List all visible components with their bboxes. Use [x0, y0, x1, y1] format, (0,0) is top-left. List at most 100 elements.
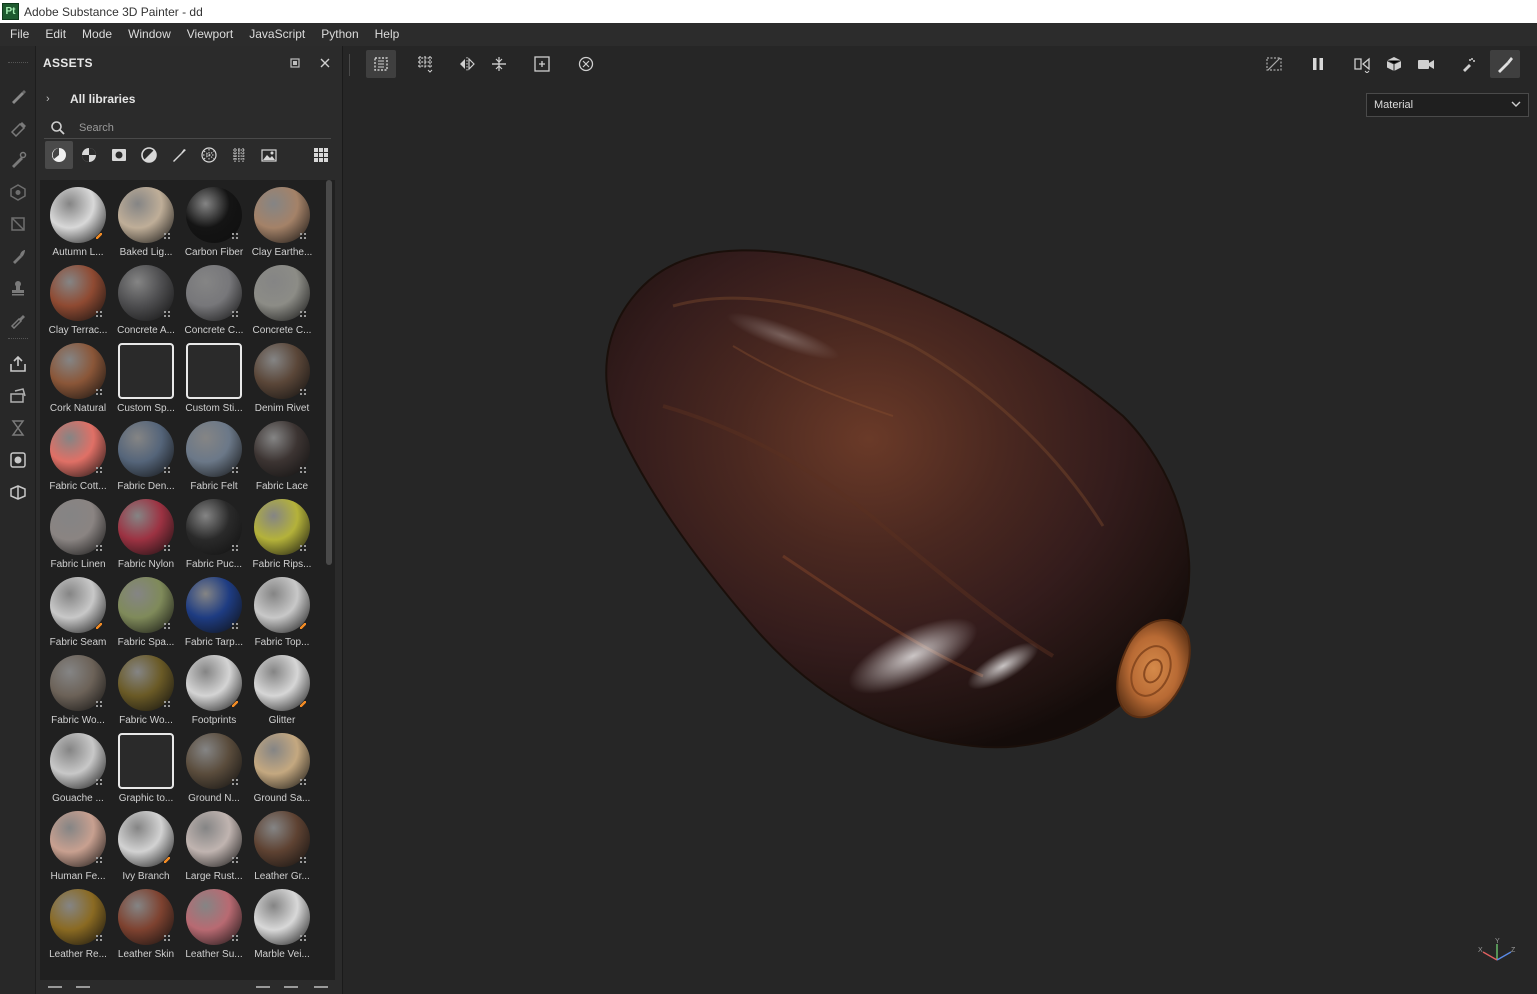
asset-tile[interactable]: Fabric Cott...: [44, 419, 112, 497]
filter-smart-masks[interactable]: [135, 141, 163, 169]
asset-tile[interactable]: Clay Terrac...: [44, 263, 112, 341]
filter-brushes[interactable]: [165, 141, 193, 169]
asset-tile[interactable]: Fabric Puc...: [180, 497, 248, 575]
brush-icon: [12, 90, 26, 104]
menu-javascript[interactable]: JavaScript: [241, 23, 313, 46]
asset-tile[interactable]: Fabric Linen: [44, 497, 112, 575]
asset-tile[interactable]: Clay Earthe...: [248, 185, 316, 263]
polygon-fill-tool[interactable]: [6, 212, 30, 236]
channel-select[interactable]: Material: [1366, 93, 1529, 117]
clone-tool[interactable]: [6, 276, 30, 300]
list-view-icon[interactable]: [48, 986, 62, 994]
menu-viewport[interactable]: Viewport: [179, 23, 241, 46]
reset-camera-button[interactable]: [571, 50, 601, 78]
eraser-tool[interactable]: [6, 116, 30, 140]
asset-tile[interactable]: Concrete A...: [112, 263, 180, 341]
folder-icon[interactable]: [284, 986, 298, 994]
view-split-button[interactable]: [1347, 50, 1377, 78]
refresh-icon[interactable]: [256, 986, 270, 994]
asset-tile[interactable]: Footprints: [180, 653, 248, 731]
asset-tile[interactable]: Fabric Tarp...: [180, 575, 248, 653]
filter-masks[interactable]: [105, 141, 133, 169]
paint-mode-button[interactable]: [1490, 50, 1520, 78]
asset-tile[interactable]: Ivy Branch: [112, 809, 180, 887]
filter-smart-materials[interactable]: [45, 141, 73, 169]
export-button[interactable]: [6, 352, 30, 376]
align-button[interactable]: [484, 50, 514, 78]
asset-tile[interactable]: Baked Lig...: [112, 185, 180, 263]
asset-tile[interactable]: Fabric Felt: [180, 419, 248, 497]
asset-tile[interactable]: Concrete C...: [180, 263, 248, 341]
menu-window[interactable]: Window: [120, 23, 179, 46]
app-logo: Pt: [2, 3, 19, 20]
asset-tile[interactable]: Marble Vei...: [248, 887, 316, 965]
asset-tile[interactable]: Ground Sa...: [248, 731, 316, 809]
bake-button[interactable]: [6, 384, 30, 408]
brush-settings-button[interactable]: [1453, 50, 1483, 78]
asset-tile[interactable]: Leather Re...: [44, 887, 112, 965]
view-3d-button[interactable]: [1379, 50, 1409, 78]
asset-tile[interactable]: Fabric Wo...: [112, 653, 180, 731]
hide-overlay-button[interactable]: [1259, 50, 1289, 78]
projection-tool[interactable]: [6, 148, 30, 172]
asset-tile[interactable]: Cork Natural: [44, 341, 112, 419]
asset-tile[interactable]: Graphic to...: [112, 731, 180, 809]
asset-tile[interactable]: Fabric Spa...: [112, 575, 180, 653]
export-icon: [10, 355, 26, 372]
asset-tile[interactable]: Fabric Top...: [248, 575, 316, 653]
asset-tile[interactable]: Gouache ...: [44, 731, 112, 809]
grid-view-toggle[interactable]: [307, 141, 335, 169]
camera-button[interactable]: [1411, 50, 1441, 78]
search-input[interactable]: [79, 121, 309, 134]
menu-file[interactable]: File: [2, 23, 37, 46]
menu-python[interactable]: Python: [313, 23, 366, 46]
asset-tile[interactable]: Carbon Fiber: [180, 185, 248, 263]
asset-tile[interactable]: Fabric Nylon: [112, 497, 180, 575]
filter-environments[interactable]: [255, 141, 283, 169]
asset-tile[interactable]: Denim Rivet: [248, 341, 316, 419]
tiling-button[interactable]: [410, 50, 440, 78]
asset-tile[interactable]: Leather Skin: [112, 887, 180, 965]
symmetry-button[interactable]: [452, 50, 482, 78]
paint-brush-tool[interactable]: [6, 84, 30, 108]
asset-tile[interactable]: Autumn L...: [44, 185, 112, 263]
add-icon[interactable]: [314, 986, 328, 994]
libraries-selector[interactable]: › All libraries: [46, 90, 135, 108]
uv-overlay-button[interactable]: [366, 50, 396, 78]
menu-edit[interactable]: Edit: [37, 23, 74, 46]
viewport-3d[interactable]: Material Y X Z: [343, 46, 1537, 994]
asset-tile[interactable]: Fabric Wo...: [44, 653, 112, 731]
asset-tile[interactable]: Fabric Seam: [44, 575, 112, 653]
filter-alphas[interactable]: [195, 141, 223, 169]
asset-tile[interactable]: Leather Gr...: [248, 809, 316, 887]
asset-tile[interactable]: Human Fe...: [44, 809, 112, 887]
asset-tile[interactable]: Ground N...: [180, 731, 248, 809]
shelf-button[interactable]: [6, 480, 30, 504]
smudge-tool[interactable]: [6, 244, 30, 268]
menu-help[interactable]: Help: [367, 23, 408, 46]
asset-grid-scrollbar[interactable]: [326, 180, 332, 565]
split-view-icon: [1354, 57, 1370, 73]
asset-tile[interactable]: Fabric Lace: [248, 419, 316, 497]
asset-tile[interactable]: Fabric Den...: [112, 419, 180, 497]
pause-render-button[interactable]: [1303, 50, 1333, 78]
asset-tile[interactable]: Glitter: [248, 653, 316, 731]
filter-list-icon[interactable]: [76, 986, 90, 994]
fit-view-button[interactable]: [527, 50, 557, 78]
float-panel-icon[interactable]: [288, 56, 302, 70]
geometry-mask-tool[interactable]: [6, 180, 30, 204]
asset-tile[interactable]: Leather Su...: [180, 887, 248, 965]
asset-tile[interactable]: Custom Sp...: [112, 341, 180, 419]
asset-tile[interactable]: Large Rust...: [180, 809, 248, 887]
close-panel-icon[interactable]: [318, 56, 332, 70]
asset-tile[interactable]: Custom Sti...: [180, 341, 248, 419]
menu-mode[interactable]: Mode: [74, 23, 120, 46]
display-settings-button[interactable]: [6, 448, 30, 472]
color-picker-tool[interactable]: [6, 308, 30, 332]
filter-materials[interactable]: [75, 141, 103, 169]
history-button[interactable]: [6, 416, 30, 440]
asset-tile[interactable]: Concrete C...: [248, 263, 316, 341]
asset-tile[interactable]: Fabric Rips...: [248, 497, 316, 575]
smart-badge-icon: [96, 935, 102, 941]
filter-textures[interactable]: [225, 141, 253, 169]
